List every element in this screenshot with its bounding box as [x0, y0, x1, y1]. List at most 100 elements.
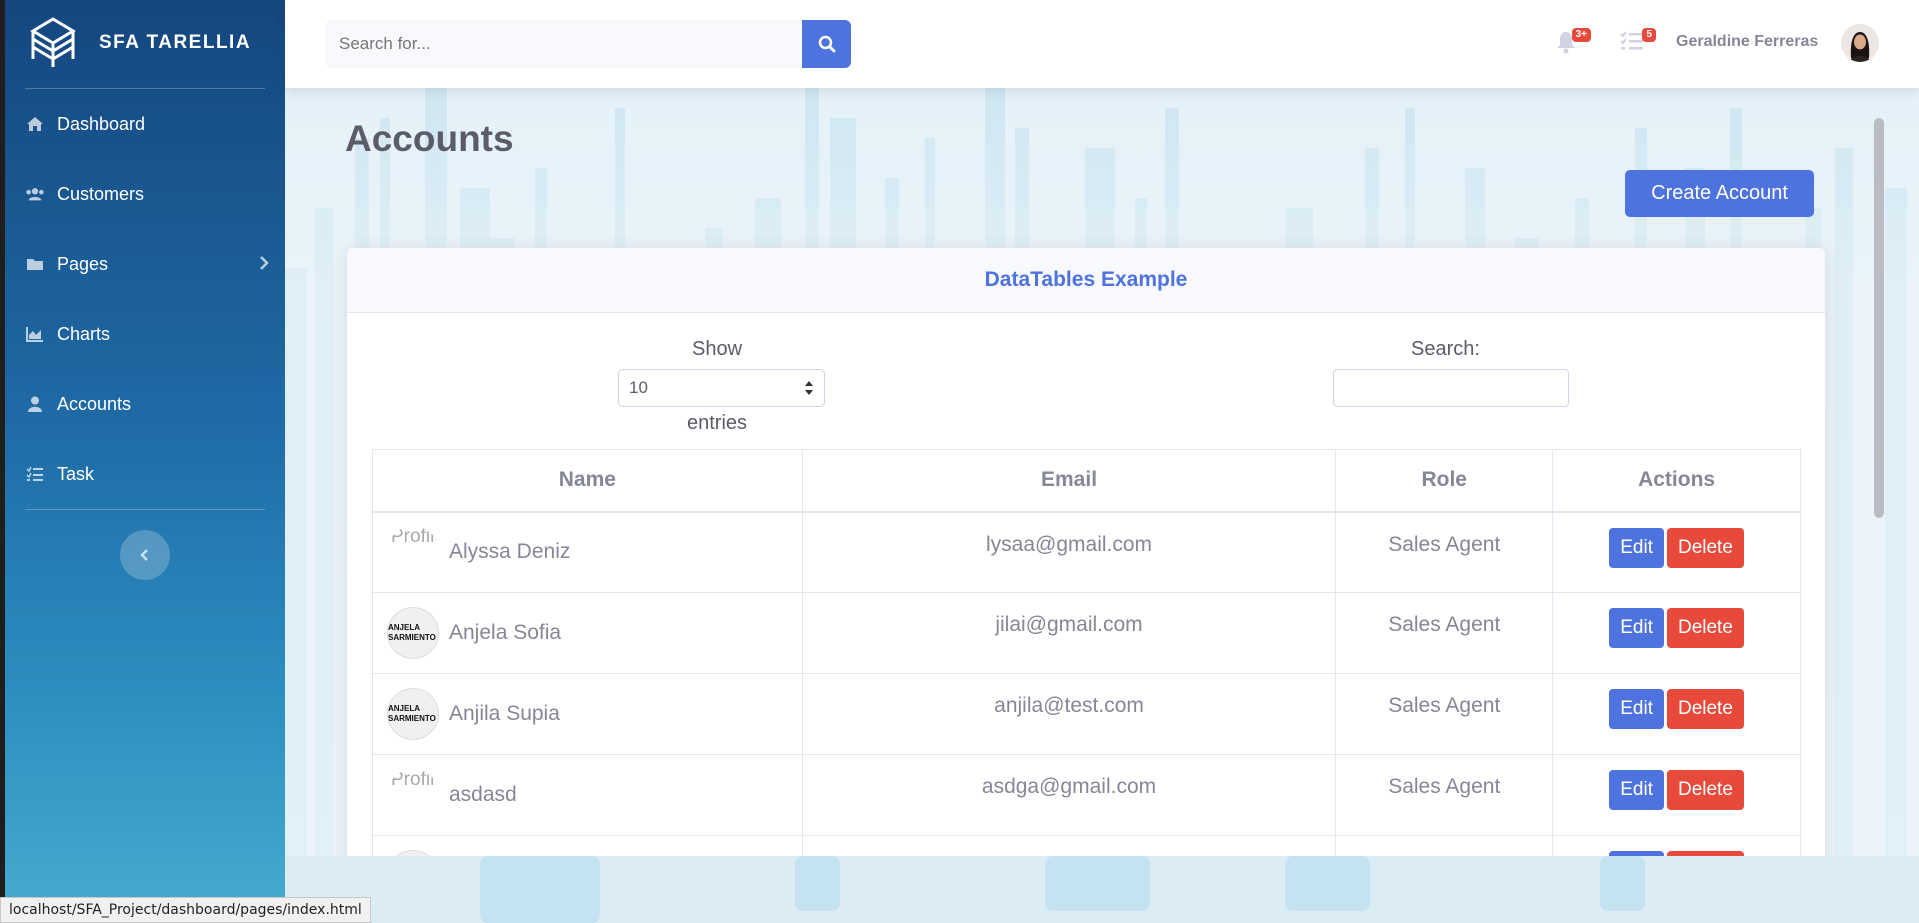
topbar: 3+ 5 Geraldine Ferreras	[285, 0, 1919, 88]
role-cell: Sales Agent	[1335, 673, 1554, 755]
search-icon	[818, 35, 835, 53]
sidebar-item-charts[interactable]: Charts	[25, 314, 270, 354]
card-title: DataTables Example	[347, 248, 1825, 313]
entries-label: entries	[687, 412, 748, 434]
footer-skyline-illustration	[480, 856, 1645, 923]
create-account-button[interactable]: Create Account	[1625, 170, 1814, 217]
sidebar: SFA TARELLIA Dashboard Customers Pages C…	[5, 0, 285, 923]
email-cell	[801, 835, 1337, 856]
delete-button[interactable]: Delete	[1666, 527, 1744, 568]
account-name: Anjela Sofia	[449, 621, 562, 644]
actions-cell: EditDelete	[1552, 511, 1801, 593]
datatable-card: DataTables Example Show 10 entries Searc…	[346, 247, 1826, 856]
role-cell	[1335, 835, 1554, 856]
entries-select[interactable]: 10	[618, 369, 825, 407]
actions-cell: EditDelete	[1552, 754, 1801, 836]
email-cell: lysaa@gmail.com	[801, 511, 1337, 593]
role-cell: Sales Agent	[1335, 754, 1554, 836]
role-cell: Sales Agent	[1335, 511, 1554, 593]
sidebar-item-label: Task	[57, 463, 95, 484]
sidebar-toggle-button[interactable]	[120, 530, 170, 580]
role-cell: Sales Agent	[1335, 592, 1554, 674]
alerts-dropdown[interactable]: 3+	[1555, 28, 1591, 60]
show-label: Show	[692, 338, 743, 360]
users-icon	[25, 184, 45, 204]
sidebar-item-label: Accounts	[57, 393, 132, 414]
profile-logo-image: ANJELA SARMIENTO	[387, 607, 439, 659]
page-title: Accounts	[345, 118, 514, 159]
search-input[interactable]	[325, 20, 802, 68]
account-name: Alyssa Deniz	[449, 540, 571, 564]
sidebar-item-customers[interactable]: Customers	[25, 174, 270, 214]
name-cell: Profile Alyssa Deniz	[372, 511, 803, 593]
sidebar-divider	[25, 509, 265, 510]
alerts-badge: 3+	[1571, 28, 1591, 42]
edit-button[interactable]: Edit	[1609, 527, 1664, 568]
account-name: Anjila Supia	[449, 702, 560, 725]
delete-button[interactable]: Delete	[1666, 608, 1744, 648]
email-cell: anjila@test.com	[801, 673, 1337, 755]
edit-button[interactable]: Edit	[1609, 608, 1664, 648]
sidebar-item-task[interactable]: Task	[25, 454, 270, 494]
home-icon	[25, 114, 45, 134]
user-avatar[interactable]	[1841, 24, 1879, 62]
profile-logo-image: ANJELA SARMIENTO	[387, 688, 439, 740]
edit-button[interactable]: Edit	[1609, 689, 1664, 729]
folder-icon	[25, 254, 45, 274]
sidebar-item-pages[interactable]: Pages	[25, 244, 270, 284]
entries-select-value: 10	[629, 378, 648, 397]
user-photo-icon	[1841, 24, 1879, 62]
email-cell: asdga@gmail.com	[801, 754, 1337, 836]
table-search-input[interactable]	[1333, 369, 1569, 407]
account-name: asdasd	[449, 783, 517, 806]
table-search-label: Search:	[1411, 338, 1480, 360]
chart-area-icon	[25, 324, 45, 344]
tasks-badge: 5	[1642, 28, 1656, 42]
main-content: Accounts Create Account DataTables Examp…	[285, 88, 1919, 856]
sidebar-item-label: Dashboard	[57, 113, 146, 134]
footer-skyline	[285, 856, 1919, 923]
broken-profile-image-icon: Profile	[387, 769, 439, 821]
tasks-list-icon	[1620, 31, 1643, 50]
sidebar-item-accounts[interactable]: Accounts	[25, 384, 270, 424]
sidebar-item-label: Pages	[57, 253, 109, 274]
table-row: Profile Alyssa Deniz lysaa@gmail.com Sal…	[372, 511, 1801, 593]
table-header-row: Name Email Role Actions	[372, 449, 1801, 513]
table-row: EditDelete	[372, 835, 1801, 856]
brand-logo-icon	[30, 17, 76, 67]
delete-button[interactable]: Delete	[1666, 689, 1744, 729]
tasks-dropdown[interactable]: 5	[1620, 28, 1656, 60]
user-name[interactable]: Geraldine Ferreras	[1676, 33, 1818, 51]
topbar-search	[325, 20, 851, 68]
name-cell: ANJELA SARMIENTO Anjila Supia	[372, 673, 803, 755]
brand[interactable]: SFA TARELLIA	[25, 14, 251, 72]
status-bar-url: localhost/SFA_Project/dashboard/pages/in…	[0, 897, 371, 923]
table-row: ANJELA SARMIENTO Anjila Supia anjila@tes…	[372, 673, 1801, 755]
chevron-right-icon	[260, 256, 269, 270]
actions-cell: EditDelete	[1552, 673, 1801, 755]
column-header-actions[interactable]: Actions	[1552, 449, 1801, 513]
sidebar-item-dashboard[interactable]: Dashboard	[25, 104, 270, 144]
column-header-role[interactable]: Role	[1335, 449, 1554, 513]
content-scrollbar[interactable]	[1874, 118, 1884, 518]
table-row: ANJELA SARMIENTO Anjela Sofia jilai@gmai…	[372, 592, 1801, 674]
search-button[interactable]	[802, 20, 851, 68]
name-cell: Profile asdasd	[372, 754, 803, 836]
actions-cell: EditDelete	[1552, 835, 1801, 856]
sidebar-item-label: Charts	[57, 323, 111, 344]
delete-button[interactable]: Delete	[1666, 770, 1744, 810]
broken-profile-image-icon: Profile	[387, 526, 439, 579]
sidebar-item-label: Customers	[57, 183, 145, 204]
email-cell: jilai@gmail.com	[801, 592, 1337, 674]
actions-cell: EditDelete	[1552, 592, 1801, 674]
chevron-left-icon	[140, 549, 148, 561]
edit-button[interactable]: Edit	[1609, 770, 1664, 810]
table-row: Profile asdasd asdga@gmail.com Sales Age…	[372, 754, 1801, 836]
brand-name: SFA TARELLIA	[99, 32, 252, 53]
name-cell: ANJELA SARMIENTO Anjela Sofia	[372, 592, 803, 674]
name-cell	[372, 835, 803, 856]
accounts-table: Name Email Role Actions Profile Alyssa D…	[372, 449, 1801, 856]
column-header-email[interactable]: Email	[801, 449, 1337, 513]
column-header-name[interactable]: Name	[372, 449, 803, 513]
sidebar-divider	[25, 88, 265, 89]
